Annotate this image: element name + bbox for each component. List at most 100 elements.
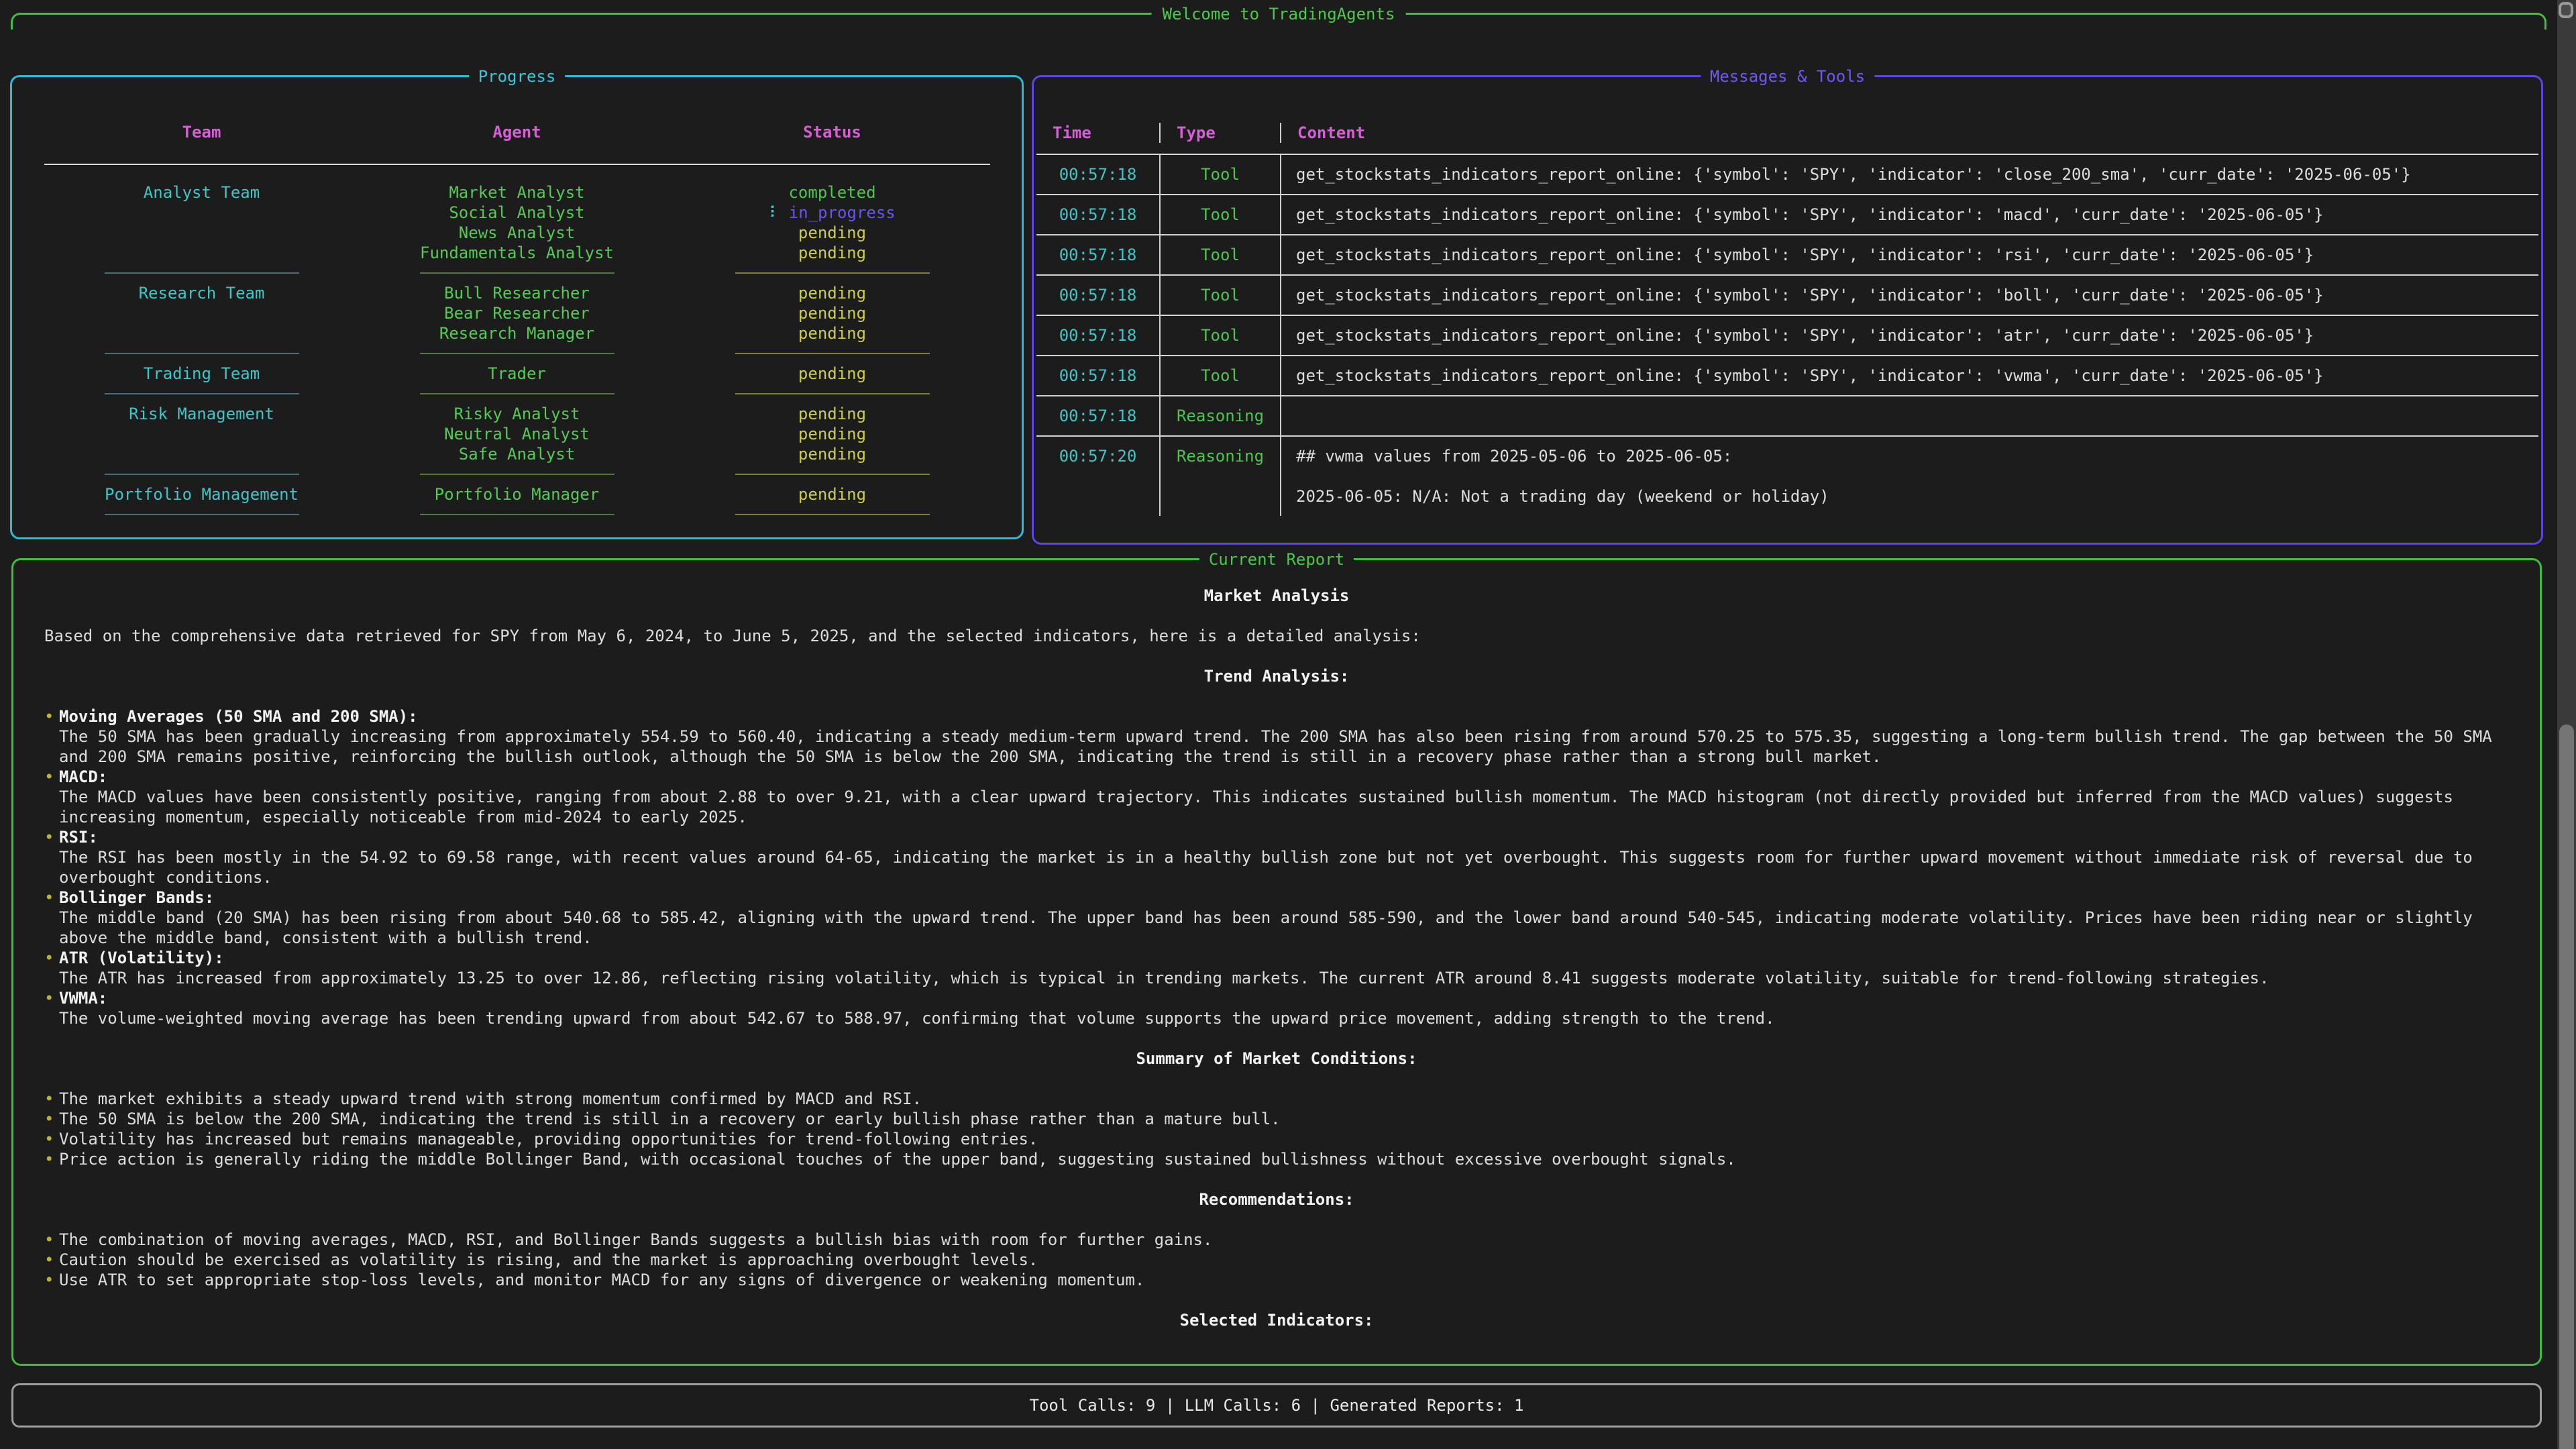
separator-line	[420, 272, 614, 274]
status-badge: pending	[798, 284, 866, 303]
footer-stats-bar: Tool Calls: 9 | LLM Calls: 6 | Generated…	[11, 1383, 2542, 1428]
report-panel-title: Current Report	[1199, 549, 1354, 570]
team-name-cell: Risk Management	[44, 404, 360, 424]
agent-status-cell: pending	[675, 323, 990, 343]
progress-table-header: TeamAgentStatus	[44, 122, 990, 165]
message-content-cell: get_stockstats_indicators_report_online:…	[1281, 164, 2538, 184]
agent-status-cell: pending	[675, 223, 990, 243]
bullet-icon: •	[44, 1109, 54, 1129]
agent-name-cell: Trader	[360, 364, 675, 384]
progress-table-body: Analyst TeamMarket AnalystcompletedSocia…	[44, 182, 990, 525]
bullet-title: MACD:	[59, 767, 107, 786]
message-row: 00:57:18Reasoning	[1036, 396, 2538, 437]
message-content-cell: get_stockstats_indicators_report_online:…	[1281, 205, 2538, 225]
bullet-icon: •	[44, 1230, 54, 1250]
agent-status-cell: completed	[675, 182, 990, 203]
messages-tools-panel: Messages & Tools TimeTypeContent 00:57:1…	[1032, 75, 2543, 545]
message-row: 00:57:18Toolget_stockstats_indicators_re…	[1036, 195, 2538, 235]
progress-row: Analyst TeamMarket Analystcompleted	[44, 182, 990, 203]
status-badge: pending	[798, 485, 866, 504]
progress-row: Research TeamBull Researcherpending	[44, 283, 990, 303]
welcome-banner: Welcome to TradingAgents	[11, 13, 2546, 30]
agent-name-cell: Neutral Analyst	[360, 424, 675, 444]
message-time-cell: 00:57:18	[1036, 356, 1161, 395]
messages-column-header: Type	[1161, 123, 1281, 143]
agent-name-cell: Research Manager	[360, 323, 675, 343]
message-content-cell: get_stockstats_indicators_report_online:…	[1281, 245, 2538, 265]
message-time-cell: 00:57:18	[1036, 396, 1161, 435]
report-bullet-item: •Bollinger Bands:The middle band (20 SMA…	[44, 888, 2509, 948]
report-bullet-item: •The combination of moving averages, MAC…	[44, 1230, 2509, 1250]
scrollbar-thumb[interactable]	[2559, 724, 2574, 1449]
separator-line	[105, 393, 299, 394]
team-name-cell	[44, 444, 360, 464]
footer-stats-text: Tool Calls: 9 | LLM Calls: 6 | Generated…	[1030, 1395, 1524, 1415]
progress-panel: Progress TeamAgentStatus Analyst TeamMar…	[10, 75, 1024, 539]
status-badge: pending	[798, 324, 866, 343]
report-bullet-item: •MACD:The MACD values have been consiste…	[44, 767, 2509, 827]
bullet-icon: •	[44, 706, 54, 727]
progress-row: Research Manager pending	[44, 323, 990, 343]
scrollbar-top-button[interactable]	[2559, 2, 2573, 18]
report-bullet-item: •Moving Averages (50 SMA and 200 SMA):Th…	[44, 706, 2509, 767]
report-bullet-list: •The combination of moving averages, MAC…	[44, 1230, 2509, 1290]
report-section-heading: Summary of Market Conditions:	[44, 1049, 2509, 1069]
agent-name-cell: Bull Researcher	[360, 283, 675, 303]
agent-status-cell: pending	[675, 243, 990, 263]
agent-name-cell: Fundamentals Analyst	[360, 243, 675, 263]
message-content-cell: get_stockstats_indicators_report_online:…	[1281, 285, 2538, 305]
message-type-cell: Tool	[1161, 356, 1281, 395]
team-name-cell	[44, 203, 360, 223]
report-bullet-item: •ATR (Volatility):The ATR has increased …	[44, 948, 2509, 988]
message-content-cell: get_stockstats_indicators_report_online:…	[1281, 366, 2538, 386]
report-section-heading: Market Analysis	[44, 586, 2509, 606]
progress-row: Fundamentals Analystpending	[44, 243, 990, 263]
agent-name-cell: Bear Researcher	[360, 303, 675, 323]
separator-line	[735, 272, 930, 274]
message-row: 00:57:18Toolget_stockstats_indicators_re…	[1036, 276, 2538, 316]
report-bullet-list: •Moving Averages (50 SMA and 200 SMA):Th…	[44, 706, 2509, 1028]
report-section-heading: Selected Indicators:	[44, 1310, 2509, 1330]
separator-line	[735, 514, 930, 515]
team-name-cell	[44, 243, 360, 263]
report-body: Market AnalysisBased on the comprehensiv…	[13, 560, 2540, 1330]
progress-row: Risk ManagementRisky Analystpending	[44, 404, 990, 424]
separator-line	[735, 393, 930, 394]
message-row: 00:57:20Reasoning## vwma values from 202…	[1036, 437, 2538, 516]
scrollbar-track[interactable]	[2557, 0, 2576, 1449]
message-time-cell: 00:57:18	[1036, 316, 1161, 355]
agent-status-cell: pending	[675, 364, 990, 384]
team-name-cell: Portfolio Management	[44, 484, 360, 504]
bullet-icon: •	[44, 1149, 54, 1169]
team-name-cell	[44, 323, 360, 343]
message-type-cell: Tool	[1161, 195, 1281, 234]
progress-table: TeamAgentStatus Analyst TeamMarket Analy…	[44, 122, 990, 525]
report-section-heading: Trend Analysis:	[44, 666, 2509, 686]
message-time-cell: 00:57:18	[1036, 276, 1161, 315]
team-name-cell	[44, 223, 360, 243]
status-badge: in_progress	[789, 203, 896, 222]
current-report-panel: Current Report Market AnalysisBased on t…	[11, 558, 2542, 1366]
bullet-icon: •	[44, 1250, 54, 1270]
messages-panel-title: Messages & Tools	[1701, 66, 1874, 87]
report-bullet-item: •RSI:The RSI has been mostly in the 54.9…	[44, 827, 2509, 888]
message-content-cell: ## vwma values from 2025-05-06 to 2025-0…	[1281, 437, 2538, 516]
progress-row: Trading TeamTraderpending	[44, 364, 990, 384]
report-bullet-list: •The market exhibits a steady upward tre…	[44, 1089, 2509, 1169]
team-name-cell: Analyst Team	[44, 182, 360, 203]
message-row: 00:57:18Toolget_stockstats_indicators_re…	[1036, 356, 2538, 396]
progress-group-separator	[44, 464, 990, 484]
separator-line	[105, 353, 299, 354]
messages-column-header: Time	[1036, 123, 1161, 143]
separator-line	[420, 393, 614, 394]
report-bullet-item: •The market exhibits a steady upward tre…	[44, 1089, 2509, 1109]
separator-line	[420, 353, 614, 354]
message-type-cell: Reasoning	[1161, 396, 1281, 435]
message-row: 00:57:18Toolget_stockstats_indicators_re…	[1036, 235, 2538, 276]
messages-table-body: 00:57:18Toolget_stockstats_indicators_re…	[1036, 155, 2538, 516]
progress-row: Social Analyst⠇in_progress	[44, 203, 990, 223]
progress-column-header: Agent	[360, 122, 675, 153]
messages-column-header: Content	[1281, 123, 2538, 143]
bullet-icon: •	[44, 827, 54, 847]
message-time-cell: 00:57:20	[1036, 437, 1161, 516]
